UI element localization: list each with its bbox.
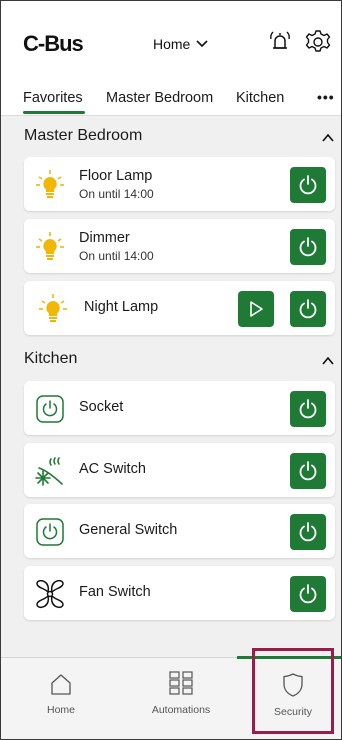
tab-favorites[interactable]: Favorites bbox=[23, 90, 83, 106]
device-card-ac-switch[interactable]: AC Switch bbox=[24, 443, 335, 497]
device-card-general-switch[interactable]: General Switch bbox=[24, 504, 335, 558]
play-icon bbox=[250, 301, 263, 317]
device-card-night-lamp[interactable]: Night Lamp bbox=[24, 281, 335, 335]
power-icon bbox=[299, 584, 317, 604]
chevron-down-icon bbox=[196, 40, 208, 48]
device-status: On until 14:00 bbox=[79, 187, 154, 201]
play-button[interactable] bbox=[238, 291, 274, 327]
power-button[interactable] bbox=[290, 576, 326, 612]
nav-home[interactable]: Home bbox=[39, 658, 83, 739]
home-icon bbox=[51, 674, 71, 695]
device-name: AC Switch bbox=[79, 461, 146, 477]
device-name: Night Lamp bbox=[84, 299, 159, 315]
app-frame: C-Bus Home Favorites Master Bedroom Kitc… bbox=[0, 0, 342, 740]
power-button[interactable] bbox=[290, 167, 326, 203]
power-button[interactable] bbox=[290, 229, 326, 265]
power-button[interactable] bbox=[290, 514, 326, 550]
app-header: C-Bus Home bbox=[1, 1, 341, 85]
nav-automations[interactable]: Automations bbox=[141, 658, 221, 739]
device-card-dimmer[interactable]: Dimmer On until 14:00 bbox=[24, 219, 335, 273]
gear-icon[interactable] bbox=[305, 29, 331, 55]
app-logo: C-Bus bbox=[23, 31, 84, 56]
nav-label: Automations bbox=[151, 704, 211, 716]
power-button[interactable] bbox=[290, 453, 326, 489]
nav-label: Home bbox=[46, 704, 75, 716]
active-tab-indicator bbox=[23, 111, 85, 114]
location-select[interactable]: Home bbox=[153, 36, 208, 52]
power-icon bbox=[299, 237, 317, 257]
power-icon bbox=[299, 461, 317, 481]
device-name: Floor Lamp bbox=[79, 168, 153, 184]
ac-snowflake-icon bbox=[35, 457, 63, 486]
tab-master-bedroom[interactable]: Master Bedroom bbox=[106, 90, 213, 106]
power-icon bbox=[299, 522, 317, 542]
section-title-kitchen: Kitchen bbox=[24, 350, 78, 367]
device-card-fan-switch[interactable]: Fan Switch bbox=[24, 566, 335, 620]
collapse-master-bedroom-icon[interactable] bbox=[321, 131, 335, 145]
power-button[interactable] bbox=[290, 291, 326, 327]
tab-kitchen[interactable]: Kitchen bbox=[236, 90, 284, 106]
power-button[interactable] bbox=[290, 391, 326, 427]
bulb-lit-icon bbox=[36, 170, 64, 198]
bulb-lit-icon bbox=[36, 232, 64, 260]
more-tabs-button[interactable]: ••• bbox=[317, 89, 335, 105]
device-name: Fan Switch bbox=[79, 584, 151, 600]
power-icon bbox=[299, 175, 317, 195]
device-card-floor-lamp[interactable]: Floor Lamp On until 14:00 bbox=[24, 157, 335, 211]
collapse-kitchen-icon[interactable] bbox=[321, 354, 335, 368]
device-name: General Switch bbox=[79, 522, 178, 538]
power-icon bbox=[299, 399, 317, 419]
power-switch-icon bbox=[36, 395, 64, 423]
bulb-lit-icon bbox=[39, 294, 67, 322]
fan-icon bbox=[36, 579, 64, 609]
grid-icon bbox=[169, 671, 193, 695]
location-select-label: Home bbox=[153, 36, 191, 52]
device-name: Socket bbox=[79, 399, 124, 415]
alarm-bell-icon[interactable] bbox=[267, 29, 293, 55]
device-card-socket[interactable]: Socket bbox=[24, 381, 335, 435]
security-highlight-box bbox=[252, 648, 334, 734]
power-switch-icon bbox=[36, 518, 64, 546]
power-icon bbox=[299, 299, 317, 319]
device-name: Dimmer bbox=[79, 230, 130, 246]
section-title-master-bedroom: Master Bedroom bbox=[24, 127, 143, 144]
room-tabs: Favorites Master Bedroom Kitchen ••• bbox=[1, 85, 341, 116]
device-status: On until 14:00 bbox=[79, 249, 154, 263]
